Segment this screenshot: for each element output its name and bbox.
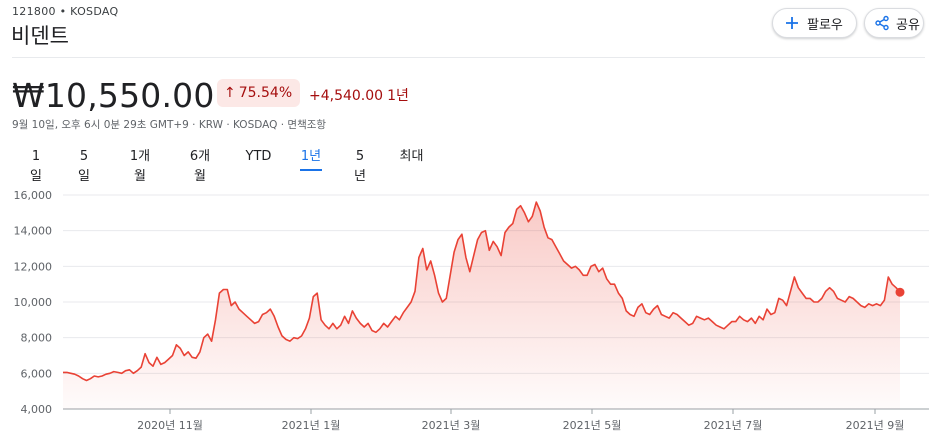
change-period: 1년 (387, 88, 409, 104)
x-axis-ticks: 2020년 11월 2021년 1월 2021년 3월 2021년 5월 2021년 7… (137, 409, 904, 432)
y-tick-label: 12,000 (14, 260, 53, 273)
y-tick-label: 8,000 (21, 332, 53, 345)
y-tick-label: 16,000 (14, 189, 53, 202)
change-percent-badge: ↑ 75.54% (217, 79, 301, 107)
x-tick-label: 2021년 3월 (422, 419, 481, 432)
last-price-dot (895, 287, 905, 297)
change-amount: +4,540.00 (309, 88, 384, 104)
x-tick-label: 2020년 11월 (137, 419, 203, 432)
x-tick-label: 2021년 9월 (846, 419, 905, 432)
change-percent: 75.54% (238, 85, 293, 101)
tab-6m[interactable]: 6개월 (184, 147, 216, 184)
ticker-exchange: 121800 • KOSDAQ (12, 5, 119, 18)
current-price: ₩10,550.00 (12, 76, 215, 115)
x-tick-label: 2021년 5월 (563, 419, 622, 432)
change-amount-line: +4,540.00 1년 (309, 85, 409, 105)
tab-1d[interactable]: 1일 (27, 147, 45, 184)
follow-button[interactable]: 팔로우 (772, 8, 857, 38)
tab-max[interactable]: 최대 (399, 147, 424, 169)
quote-meta: 9월 10일, 오후 6시 0분 29초 GMT+9 · KRW · KOSDA… (12, 119, 327, 131)
share-icon (874, 15, 890, 31)
plus-icon (785, 16, 799, 30)
y-tick-label: 4,000 (21, 403, 53, 416)
tab-5y[interactable]: 5년 (350, 147, 370, 184)
header-divider (12, 57, 925, 58)
y-tick-label: 6,000 (21, 367, 53, 380)
tab-1y[interactable]: 1년 (300, 147, 322, 171)
x-tick-label: 2021년 7월 (704, 419, 763, 432)
y-axis-ticks: 16,000 14,000 12,000 10,000 8,000 6,000 4,000 (14, 189, 53, 416)
follow-label: 팔로우 (807, 17, 843, 33)
tab-1m[interactable]: 1개월 (124, 147, 156, 184)
share-button[interactable]: 공유 (864, 8, 924, 38)
y-tick-label: 10,000 (14, 296, 53, 309)
x-tick-label: 2021년 1월 (282, 419, 341, 432)
price-chart[interactable]: 16,00014,00012,00010,0008,0006,0004,000 … (0, 178, 929, 443)
company-name: 비덴트 (11, 24, 69, 48)
tab-ytd[interactable]: YTD (245, 147, 272, 169)
share-label: 공유 (896, 17, 920, 33)
tab-5d[interactable]: 5일 (74, 147, 94, 184)
y-tick-label: 14,000 (14, 225, 53, 238)
arrow-up-icon: ↑ (224, 85, 236, 101)
